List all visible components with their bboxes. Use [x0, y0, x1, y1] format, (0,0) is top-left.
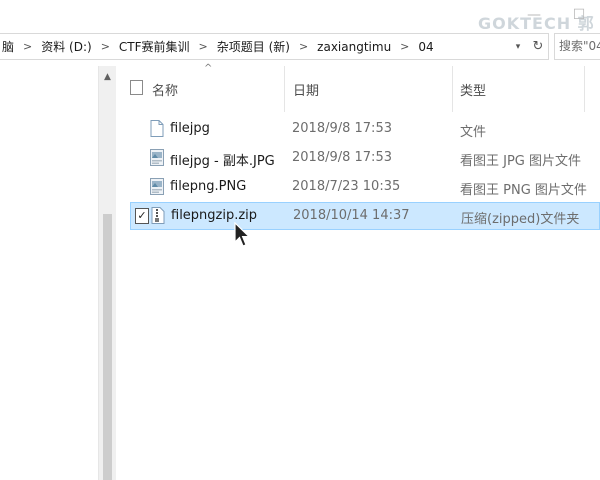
address-bar: 脑 > 资料 (D:) > CTF赛前集训 > 杂项题目 (新) > zaxia… [0, 33, 600, 60]
file-date: 2018/9/8 17:53 [292, 121, 392, 136]
minimize-button[interactable]: — [515, 4, 553, 26]
column-header: ^ 名称 日期 类型 [116, 60, 600, 112]
column-divider[interactable] [452, 66, 453, 112]
title-strip: GOKTECH 郭 — ☐ [0, 0, 600, 33]
refresh-icon: ↻ [532, 39, 544, 54]
file-name: filejpg - 副本.JPG [170, 154, 275, 169]
zip-file-icon [151, 207, 165, 224]
file-name: filepng.PNG [170, 179, 247, 194]
search-input[interactable] [559, 35, 600, 56]
image-file-icon [150, 178, 164, 195]
file-type: 看图王 JPG 图片文件 [460, 154, 582, 169]
column-divider[interactable] [584, 66, 585, 112]
chevron-down-icon: ▾ [515, 41, 521, 52]
column-divider[interactable] [284, 66, 285, 112]
refresh-button[interactable]: ↻ [528, 34, 548, 59]
breadcrumb-item[interactable]: CTF赛前集训 [117, 38, 192, 55]
scrollbar-thumb[interactable] [103, 214, 112, 480]
file-date: 2018/9/8 17:53 [292, 150, 392, 165]
file-date: 2018/10/14 14:37 [293, 208, 410, 223]
chevron-right-icon[interactable]: > [16, 40, 39, 53]
file-type: 看图王 PNG 图片文件 [460, 183, 587, 198]
file-type: 文件 [460, 125, 487, 140]
breadcrumb-item[interactable]: 04 [416, 40, 435, 54]
search-box[interactable] [554, 33, 600, 60]
list-item[interactable]: filepng.PNG 2018/7/23 10:35 看图王 PNG 图片文件 [130, 174, 600, 200]
image-file-icon [150, 149, 164, 166]
list-item-selected[interactable]: ✓ filepngzip.zip 2018/10/14 14:37 压缩(zip… [130, 202, 600, 230]
maximize-icon: ☐ [572, 7, 586, 23]
navigation-pane[interactable] [0, 60, 98, 480]
file-name: filejpg [170, 121, 210, 136]
breadcrumb-item[interactable]: 脑 [0, 38, 16, 55]
sort-ascending-icon: ^ [204, 63, 213, 74]
chevron-right-icon[interactable]: > [292, 40, 315, 53]
select-all-checkbox[interactable] [130, 80, 143, 95]
minimize-icon: — [527, 7, 541, 23]
breadcrumb-item[interactable]: 资料 (D:) [39, 38, 93, 55]
breadcrumb: 脑 > 资料 (D:) > CTF赛前集训 > 杂项题目 (新) > zaxia… [0, 34, 436, 59]
file-list: ^ 名称 日期 类型 filejpg 2018/9/8 17:53 文件 fil… [116, 60, 600, 480]
column-type[interactable]: 类型 [460, 80, 486, 99]
breadcrumb-item[interactable]: zaxiangtimu [315, 40, 393, 54]
breadcrumb-item[interactable]: 杂项题目 (新) [215, 38, 292, 55]
blank-file-icon [150, 120, 164, 137]
list-item[interactable]: filejpg 2018/9/8 17:53 文件 [130, 116, 600, 142]
file-name: filepngzip.zip [171, 208, 258, 223]
row-checkbox[interactable]: ✓ [135, 208, 149, 224]
address-history-dropdown[interactable]: ▾ [510, 34, 526, 59]
chevron-right-icon[interactable]: > [393, 40, 416, 53]
chevron-right-icon[interactable]: > [192, 40, 215, 53]
list-item[interactable]: filejpg - 副本.JPG 2018/9/8 17:53 看图王 JPG … [130, 145, 600, 171]
maximize-button[interactable]: ☐ [560, 4, 598, 26]
column-date[interactable]: 日期 [293, 80, 319, 99]
address-box[interactable]: 脑 > 资料 (D:) > CTF赛前集训 > 杂项题目 (新) > zaxia… [0, 33, 549, 60]
column-name[interactable]: 名称 [152, 80, 178, 99]
mouse-pointer-icon [234, 222, 251, 247]
file-date: 2018/7/23 10:35 [292, 179, 401, 194]
scroll-up-icon[interactable]: ▲ [99, 72, 116, 82]
file-type: 压缩(zipped)文件夹 [461, 212, 580, 227]
nav-pane-scrollbar[interactable]: ▲ [98, 66, 116, 480]
chevron-right-icon[interactable]: > [94, 40, 117, 53]
